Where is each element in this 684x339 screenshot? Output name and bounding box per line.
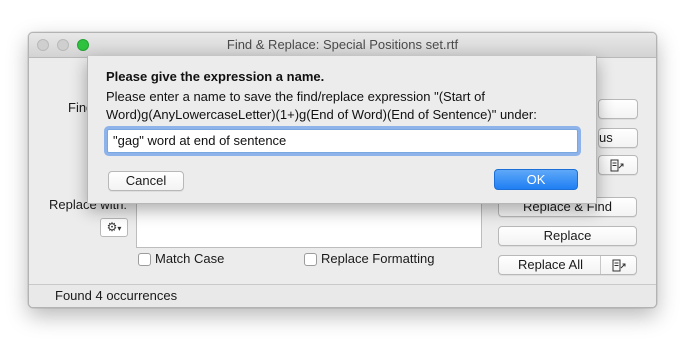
replace-formatting-label: Replace Formatting xyxy=(321,251,435,266)
replace-formatting-checkbox[interactable] xyxy=(304,253,317,266)
title-bar[interactable]: Find & Replace: Special Positions set.rt… xyxy=(29,33,656,58)
find-next-button[interactable] xyxy=(598,99,638,119)
replace-button[interactable]: Replace xyxy=(498,226,637,246)
replace-all-button[interactable]: Replace All xyxy=(498,255,637,275)
expression-name-input[interactable]: "gag" word at end of sentence xyxy=(107,129,578,153)
find-all-button[interactable] xyxy=(598,155,638,175)
replace-all-label: Replace All xyxy=(517,257,584,272)
find-previous-label: us xyxy=(599,130,613,145)
cancel-button[interactable]: Cancel xyxy=(108,171,184,191)
ok-button[interactable]: OK xyxy=(494,169,578,190)
replace-text-field[interactable] xyxy=(136,203,482,248)
match-case-label: Match Case xyxy=(155,251,225,266)
window-title: Find & Replace: Special Positions set.rt… xyxy=(226,37,459,52)
status-text: Found 4 occurrences xyxy=(55,288,178,303)
gear-icon: ⚙ xyxy=(106,220,118,234)
replace-options-button[interactable]: ⚙▾ xyxy=(100,218,128,237)
detach-window-icon[interactable] xyxy=(600,256,636,274)
name-expression-sheet: Please give the expression a name. Pleas… xyxy=(87,56,597,204)
chevron-down-icon: ▾ xyxy=(117,224,122,233)
dialog-message: Please enter a name to save the find/rep… xyxy=(106,89,537,122)
dialog-title: Please give the expression a name. xyxy=(106,69,325,84)
match-case-checkbox[interactable] xyxy=(138,253,151,266)
detach-window-icon[interactable] xyxy=(597,156,637,174)
status-bar: Found 4 occurrences xyxy=(29,284,656,307)
find-previous-button[interactable]: us xyxy=(598,128,638,148)
